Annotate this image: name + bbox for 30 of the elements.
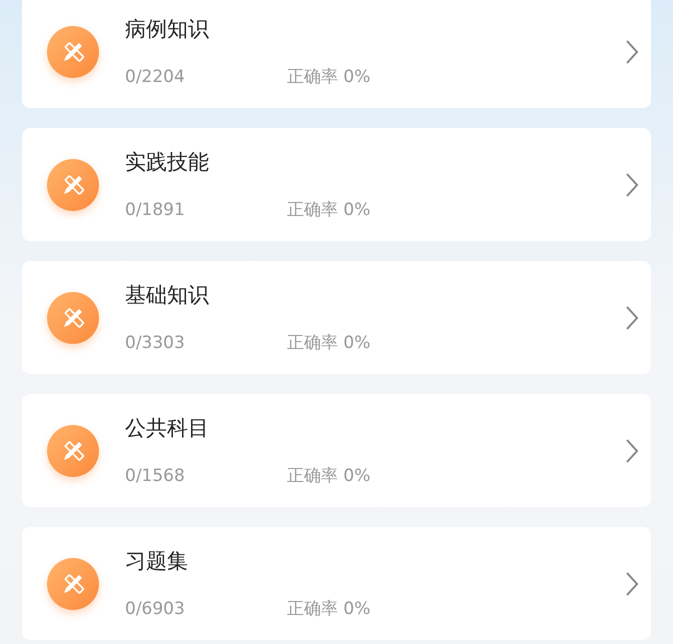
chevron-right-icon <box>625 438 639 464</box>
progress-count: 0/6903 <box>125 598 186 618</box>
chevron-right-icon <box>625 38 639 64</box>
accuracy-rate: 正确率 0% <box>287 332 370 352</box>
pencil-ruler-icon <box>47 292 99 344</box>
pencil-ruler-icon <box>47 26 99 78</box>
category-title: 公共科目 <box>125 416 210 440</box>
category-title: 习题集 <box>125 548 189 572</box>
accuracy-rate: 正确率 0% <box>287 466 370 486</box>
category-card[interactable]: 习题集 0/6903 正确率 0% <box>22 527 651 640</box>
progress-count: 0/3303 <box>125 332 186 352</box>
pencil-ruler-icon <box>47 558 99 610</box>
pencil-ruler-icon <box>47 158 99 210</box>
category-card[interactable]: 公共科目 0/1568 正确率 0% <box>22 394 651 507</box>
accuracy-rate: 正确率 0% <box>287 200 370 220</box>
category-card[interactable]: 基础知识 0/3303 正确率 0% <box>22 261 651 374</box>
chevron-right-icon <box>625 570 639 596</box>
progress-count: 0/1891 <box>125 200 186 220</box>
category-title: 病例知识 <box>125 16 210 40</box>
progress-count: 0/2204 <box>125 66 186 86</box>
accuracy-rate: 正确率 0% <box>287 66 370 86</box>
chevron-right-icon <box>625 172 639 198</box>
category-title: 实践技能 <box>125 150 210 174</box>
category-card[interactable]: 实践技能 0/1891 正确率 0% <box>22 128 651 241</box>
category-card[interactable]: 病例知识 0/2204 正确率 0% <box>22 0 651 108</box>
progress-count: 0/1568 <box>125 466 186 486</box>
category-title: 基础知识 <box>125 282 210 306</box>
pencil-ruler-icon <box>47 424 99 476</box>
chevron-right-icon <box>625 304 639 330</box>
accuracy-rate: 正确率 0% <box>287 598 370 618</box>
